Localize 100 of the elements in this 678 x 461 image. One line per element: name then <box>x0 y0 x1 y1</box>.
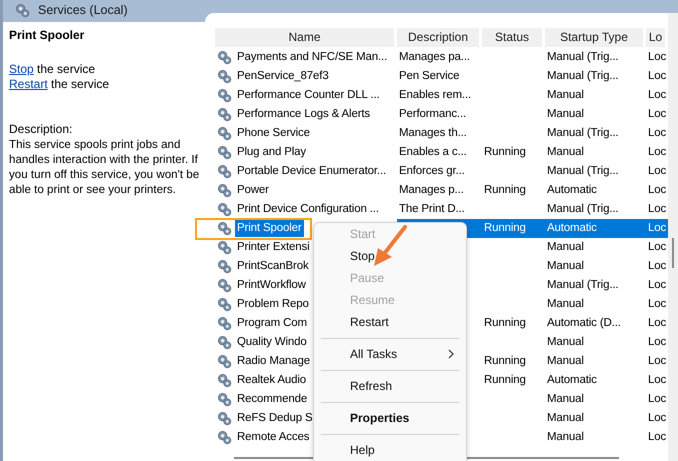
gear-icon <box>217 183 232 198</box>
table-cell: Loc <box>646 219 668 238</box>
table-cell: Enables rem... <box>399 89 472 101</box>
service-name-cell[interactable]: PrintWorkflow <box>235 277 308 294</box>
service-name: Print Spooler <box>9 28 86 42</box>
table-cell-text: Manual (Trig... <box>546 278 620 293</box>
table-cell-text: Loc <box>647 316 668 331</box>
table-cell-text: Automatic <box>546 373 598 388</box>
table-cell-text: Manual (Trig... <box>546 69 620 84</box>
gear-icon <box>217 69 232 84</box>
action-text: Restart the service <box>9 77 110 92</box>
table-cell-text: Loc <box>647 107 668 122</box>
table-cell-text: Automatic <box>546 183 598 198</box>
table-cell-text: Loc <box>647 88 668 103</box>
gear-icon <box>217 297 232 312</box>
table-cell-text: Loc <box>647 145 668 160</box>
table-cell-text: Loc <box>647 240 668 255</box>
table-cell-text: Manual (Trig... <box>546 202 620 217</box>
column-header[interactable]: Startup Type <box>545 28 643 46</box>
service-name-cell[interactable]: Performance Logs & Alerts <box>235 106 372 123</box>
action-link[interactable]: Stop <box>9 62 34 76</box>
description-text: This service spools print jobs and handles interaction with the printer. If you turn off this service, you won't be able to print or see your printers. <box>9 137 200 197</box>
table-cell: Automatic <box>545 219 646 238</box>
table-cell-text: Loc <box>647 411 668 426</box>
table-cell: Running <box>484 355 526 367</box>
table-cell-text: Loc <box>647 202 668 217</box>
gear-icon <box>217 316 232 331</box>
table-cell-text: Loc <box>647 183 668 198</box>
service-name-cell[interactable]: Recommende <box>235 391 310 408</box>
table-cell: Manages p... <box>399 184 464 196</box>
table-cell-text: Manual <box>546 335 585 350</box>
service-name-cell[interactable]: Printer Extensi <box>235 239 312 256</box>
column-header[interactable]: Description <box>397 28 479 46</box>
table-cell-text: Manual <box>546 297 585 312</box>
gear-icon <box>217 430 232 445</box>
service-name-cell[interactable]: Print Spooler <box>235 220 304 237</box>
table-cell-text: Loc <box>647 430 668 445</box>
menu-item[interactable]: Stop <box>314 245 466 267</box>
description-label: Description: <box>9 122 74 137</box>
window-title: Services (Local) <box>38 3 128 17</box>
table-cell-text: Loc <box>647 69 668 84</box>
table-cell: Pen Service <box>399 70 460 82</box>
gear-icon <box>217 240 232 255</box>
service-name-cell[interactable]: Program Com <box>235 315 309 332</box>
service-name-cell[interactable]: Portable Device Enumerator... <box>235 163 388 180</box>
service-name-cell[interactable]: Radio Manage <box>235 353 312 370</box>
action-text: Stop the service <box>9 62 96 77</box>
gear-icon <box>217 50 232 65</box>
service-name-cell[interactable]: Power <box>235 182 271 199</box>
table-cell-text: Manual (Trig... <box>546 126 620 141</box>
table-cell: The Print D... <box>399 203 465 215</box>
table-cell-text: Loc <box>647 392 668 407</box>
service-name-cell[interactable]: PrintScanBrok <box>235 258 311 275</box>
column-header[interactable]: Name <box>215 28 394 46</box>
service-name-cell[interactable]: ReFS Dedup S <box>235 410 315 427</box>
scroll-thumb[interactable] <box>672 238 674 268</box>
gear-icon <box>217 221 232 236</box>
gear-icon <box>217 392 232 407</box>
table-cell-text: Loc <box>647 297 668 312</box>
table-cell-text: Loc <box>647 259 668 274</box>
menu-item[interactable]: Properties <box>314 407 466 429</box>
services-gear-icon <box>15 3 30 18</box>
gear-icon <box>217 164 232 179</box>
menu-item[interactable]: All Tasks <box>314 343 466 365</box>
service-name-cell[interactable]: Quality Windo <box>235 334 309 351</box>
gear-icon <box>217 107 232 122</box>
table-cell: Enforces gr... <box>399 165 465 177</box>
menu-item[interactable]: Refresh <box>314 375 466 397</box>
table-cell-text: Manual (Trig... <box>546 164 620 179</box>
table-cell: Manages pa... <box>399 51 470 63</box>
table-cell-text: Manual <box>546 354 585 369</box>
table-cell-text: Manual <box>546 411 585 426</box>
service-name-cell[interactable]: Payments and NFC/SE Man... <box>235 49 390 66</box>
table-cell: Performanc... <box>399 108 466 120</box>
column-header[interactable]: Status <box>482 28 542 46</box>
gear-icon <box>217 126 232 141</box>
table-cell-text: Automatic (D... <box>546 316 622 331</box>
service-name-cell[interactable]: Phone Service <box>235 125 312 142</box>
menu-item[interactable]: Help <box>314 439 466 461</box>
gear-icon <box>217 373 232 388</box>
action-link[interactable]: Restart <box>9 77 48 91</box>
service-name-cell[interactable]: PenService_87ef3 <box>235 68 331 85</box>
gear-icon <box>217 202 232 217</box>
table-cell-text: Loc <box>647 278 668 293</box>
column-header[interactable]: Lo <box>646 28 665 46</box>
table-cell-text: Manual <box>546 88 585 103</box>
table-cell: Running <box>484 374 526 386</box>
table-cell-text: Manual <box>546 240 585 255</box>
menu-item[interactable]: Restart <box>314 311 466 333</box>
service-name-cell[interactable]: Plug and Play <box>235 144 308 161</box>
table-cell: Manages th... <box>399 127 467 139</box>
table-cell: Enables a c... <box>399 146 467 158</box>
scrollbar[interactable] <box>668 13 678 461</box>
service-name-cell[interactable]: Print Device Configuration ... <box>235 201 381 218</box>
service-name-cell[interactable]: Performance Counter DLL ... <box>235 87 382 104</box>
gear-icon <box>217 259 232 274</box>
service-name-cell[interactable]: Realtek Audio <box>235 372 308 389</box>
gear-icon <box>217 335 232 350</box>
service-name-cell[interactable]: Problem Repo <box>235 296 311 313</box>
service-name-cell[interactable]: Remote Acces <box>235 429 312 446</box>
